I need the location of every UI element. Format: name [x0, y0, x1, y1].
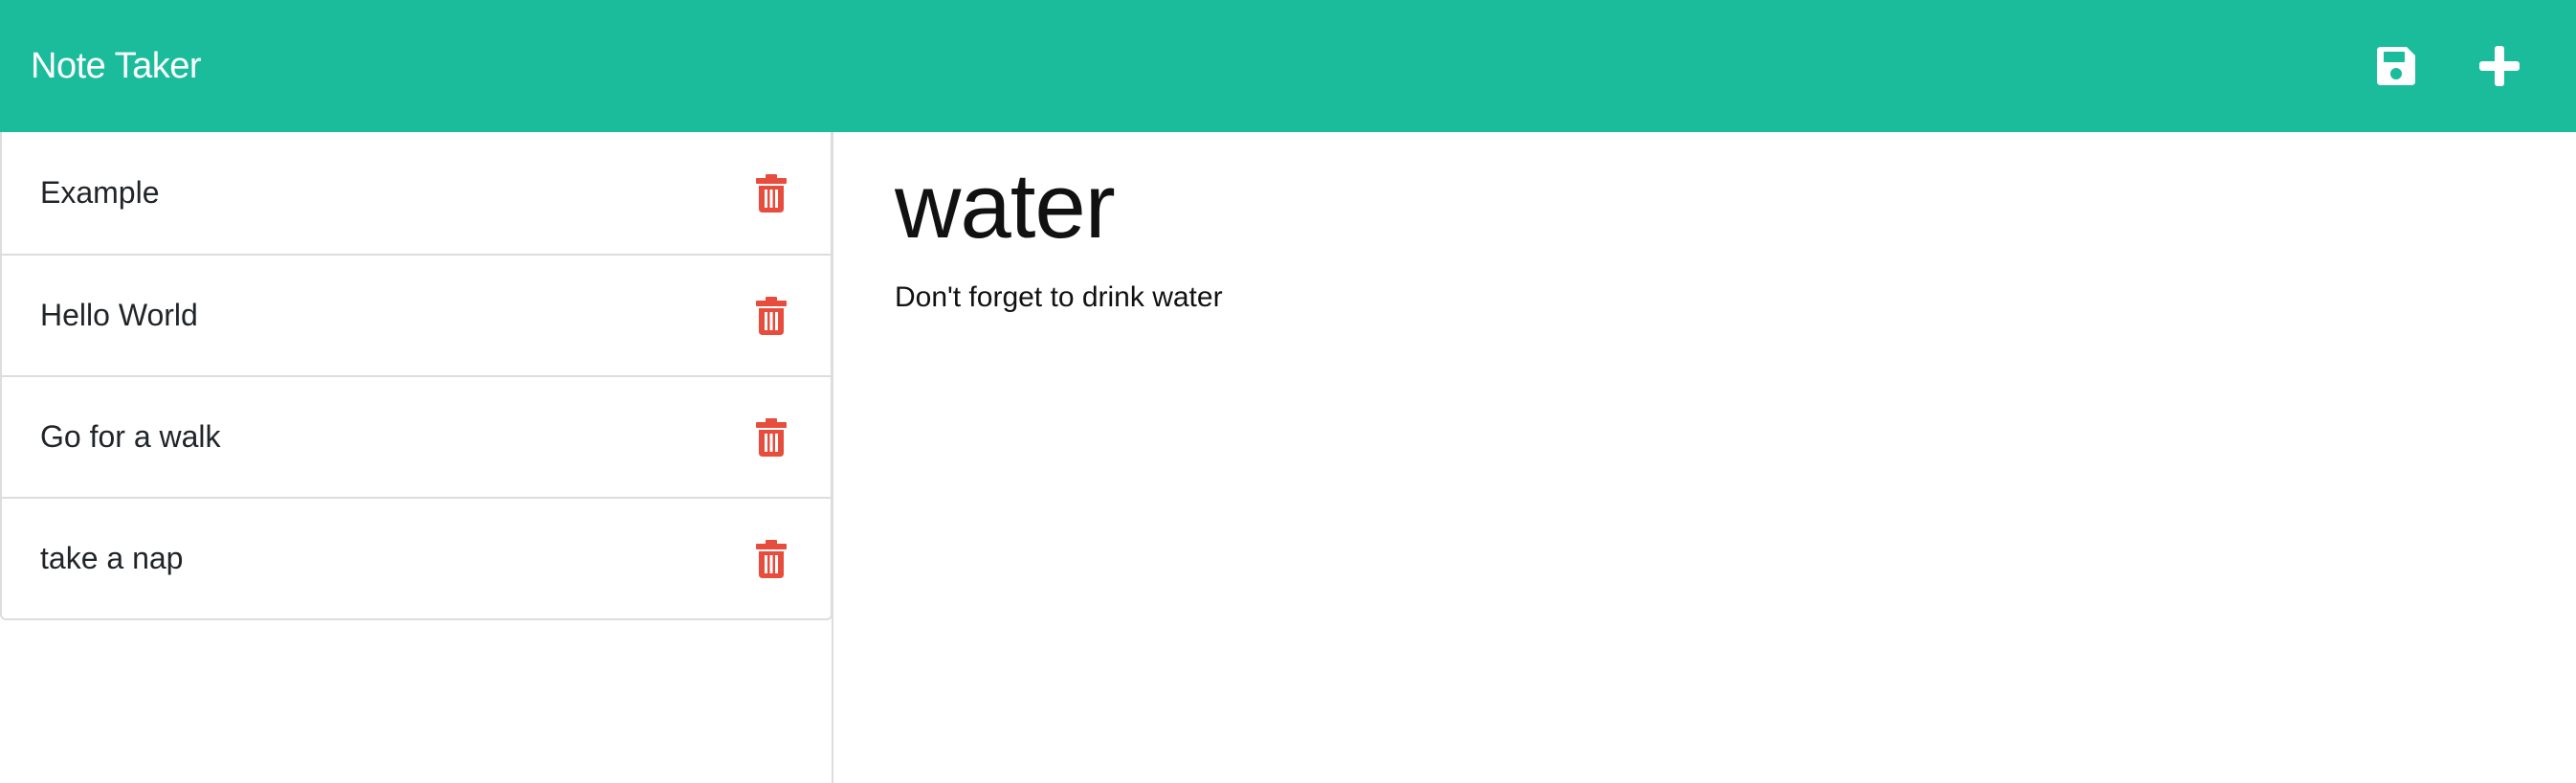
- delete-note-button[interactable]: [750, 293, 792, 339]
- sidebar: Example Hello World Go for a walk take a…: [0, 132, 833, 783]
- note-title: Example: [40, 175, 160, 210]
- delete-note-button[interactable]: [750, 414, 792, 460]
- note-title: Go for a walk: [40, 419, 221, 454]
- note-title: take a nap: [40, 541, 184, 575]
- trash-icon: [756, 539, 787, 578]
- toolbar: [2365, 35, 2530, 97]
- app-title[interactable]: Note Taker: [31, 46, 202, 87]
- delete-note-button[interactable]: [750, 170, 792, 216]
- list-item[interactable]: Hello World: [2, 254, 831, 375]
- list-item[interactable]: Go for a walk: [2, 375, 831, 497]
- floppy-disk-icon: [2377, 47, 2415, 85]
- trash-icon: [756, 417, 787, 457]
- save-note-button[interactable]: [2365, 35, 2427, 97]
- trash-icon: [756, 296, 787, 335]
- delete-note-button[interactable]: [750, 536, 792, 582]
- list-item[interactable]: Example: [2, 132, 831, 254]
- note-title-input[interactable]: water: [895, 159, 2576, 255]
- navbar: Note Taker: [0, 0, 2576, 132]
- note-title: Hello World: [40, 298, 198, 332]
- plus-icon: [2479, 46, 2520, 86]
- note-text-area[interactable]: Don't forget to drink water: [895, 281, 2576, 314]
- new-note-button[interactable]: [2469, 35, 2530, 97]
- note-list: Example Hello World Go for a walk take a…: [0, 132, 833, 620]
- trash-icon: [756, 173, 787, 213]
- note-editor: water Don't forget to drink water: [835, 132, 2576, 783]
- list-item[interactable]: take a nap: [2, 497, 831, 618]
